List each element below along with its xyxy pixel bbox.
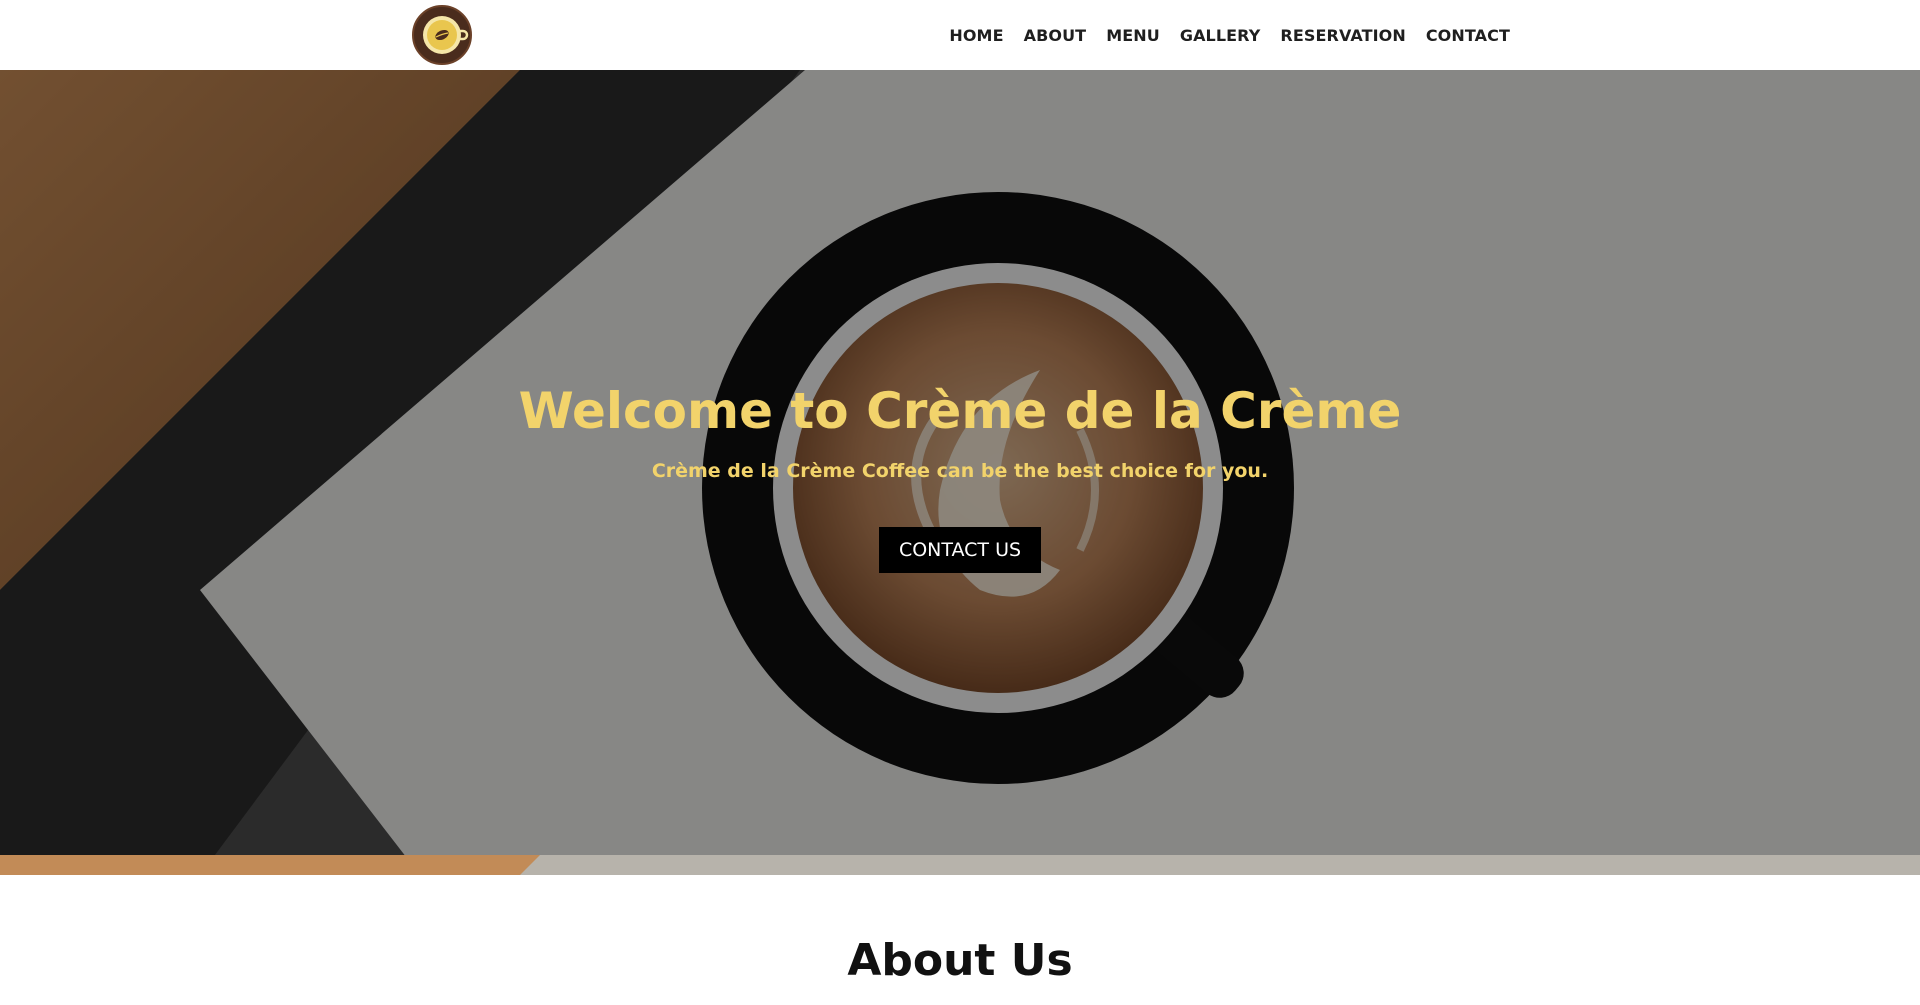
- site-header: HOME ABOUT MENU GALLERY RESERVATION CONT…: [0, 0, 1920, 70]
- hero-section: Welcome to Crème de la Crème Crème de la…: [0, 70, 1920, 875]
- hero-title: Welcome to Crème de la Crème: [518, 382, 1402, 440]
- hero-subtitle: Crème de la Crème Coffee can be the best…: [651, 460, 1269, 482]
- nav-item-contact[interactable]: CONTACT: [1426, 26, 1510, 45]
- main-nav: HOME ABOUT MENU GALLERY RESERVATION CONT…: [929, 0, 1510, 70]
- nav-item-about[interactable]: ABOUT: [1024, 26, 1087, 45]
- contact-us-button[interactable]: CONTACT US: [879, 527, 1041, 573]
- nav-item-reservation[interactable]: RESERVATION: [1280, 26, 1405, 45]
- nav-item-gallery[interactable]: GALLERY: [1180, 26, 1261, 45]
- coffee-cup-logo-icon[interactable]: [412, 5, 472, 65]
- nav-item-menu[interactable]: MENU: [1106, 26, 1160, 45]
- about-section-title: About Us: [847, 935, 1073, 986]
- nav-item-home[interactable]: HOME: [949, 26, 1003, 45]
